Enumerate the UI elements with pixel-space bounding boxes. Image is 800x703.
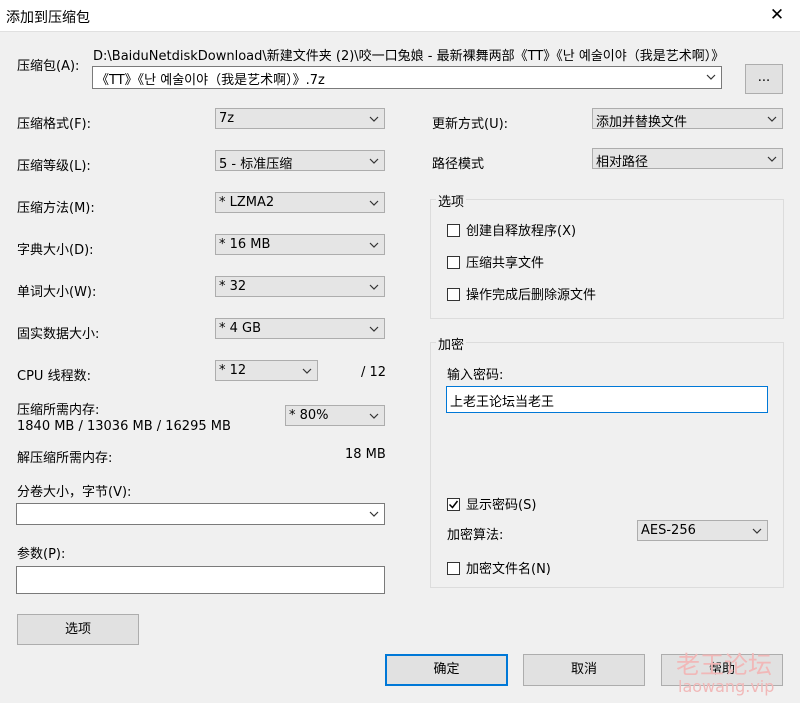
algorithm-label: 加密算法: [447, 528, 504, 543]
format-value: 7z [219, 111, 235, 126]
options-button[interactable]: 选项 [17, 614, 139, 645]
chevron-down-icon [368, 236, 380, 253]
method-value: * LZMA2 [219, 195, 275, 210]
ok-button[interactable]: 确定 [385, 654, 508, 686]
cpu-label: CPU 线程数: [17, 369, 91, 384]
word-select[interactable]: * 32 [215, 276, 385, 297]
format-select[interactable]: 7z [215, 108, 385, 129]
sfx-label: 创建自释放程序(X) [466, 224, 577, 239]
dict-value: * 16 MB [219, 237, 271, 252]
format-label: 压缩格式(F): [17, 117, 92, 132]
chevron-down-icon [766, 110, 778, 127]
password-value: 上老王论坛当老王 [450, 395, 555, 410]
watermark-text: 老王论坛 [676, 651, 772, 679]
update-select[interactable]: 添加并替换文件 [592, 108, 783, 130]
mem-compress-value: 1840 MB / 13036 MB / 16295 MB [17, 419, 231, 434]
options-group-title: 选项 [436, 191, 467, 210]
window-title: 添加到压缩包 [6, 10, 90, 26]
path-mode-value: 相对路径 [596, 155, 649, 170]
archive-label: 压缩包(A): [17, 59, 80, 74]
path-mode-select[interactable]: 相对路径 [592, 148, 783, 170]
encrypt-names-checkbox[interactable]: 加密文件名(N) [447, 558, 551, 577]
shared-checkbox[interactable]: 压缩共享文件 [447, 252, 544, 271]
chevron-down-icon [368, 505, 380, 522]
show-password-checkbox[interactable]: 显示密码(S) [447, 494, 536, 513]
dict-label: 字典大小(D): [17, 243, 94, 258]
close-button[interactable]: ✕ [754, 0, 800, 31]
chevron-down-icon [368, 407, 380, 424]
archive-name-value: 《TT》《난 예술이야（我是艺术啊）》.7z [96, 73, 325, 88]
algorithm-value: AES-256 [641, 523, 696, 538]
shared-label: 压缩共享文件 [466, 256, 545, 271]
update-value: 添加并替换文件 [596, 115, 688, 130]
chevron-down-icon [368, 194, 380, 211]
method-select[interactable]: * LZMA2 [215, 192, 385, 213]
password-input[interactable]: 上老王论坛当老王 [446, 386, 768, 413]
params-input[interactable] [16, 566, 385, 594]
checkbox-icon [447, 562, 460, 575]
chevron-down-icon [301, 362, 313, 379]
update-label: 更新方式(U): [432, 117, 509, 132]
close-icon: ✕ [769, 5, 785, 25]
chevron-down-icon [368, 152, 380, 169]
level-select[interactable]: 5 - 标准压缩 [215, 150, 385, 172]
title-bar: 添加到压缩包 ✕ [0, 0, 800, 32]
cpu-total: / 12 [361, 365, 387, 380]
params-label: 参数(P): [17, 547, 66, 562]
solid-value: * 4 GB [219, 321, 262, 336]
method-label: 压缩方法(M): [17, 201, 95, 216]
cpu-value: * 12 [219, 363, 247, 378]
solid-label: 固实数据大小: [17, 327, 100, 342]
delete-source-checkbox[interactable]: 操作完成后删除源文件 [447, 284, 596, 303]
chevron-down-icon [705, 68, 717, 85]
checkmark-icon [447, 498, 460, 511]
solid-select[interactable]: * 4 GB [215, 318, 385, 339]
word-label: 单词大小(W): [17, 285, 97, 300]
mem-percent-value: * 80% [289, 408, 329, 423]
browse-button[interactable]: ... [745, 64, 783, 94]
archive-path: D:\BaiduNetdiskDownload\新建文件夹 (2)\咬一口兔娘 … [93, 49, 725, 64]
checkbox-icon [447, 224, 460, 237]
chevron-down-icon [751, 522, 763, 539]
mem-percent-select[interactable]: * 80% [285, 405, 385, 426]
mem-decompress-value: 18 MB [345, 447, 386, 462]
chevron-down-icon [368, 278, 380, 295]
chevron-down-icon [766, 150, 778, 167]
watermark-url: laowang.vip [678, 677, 775, 696]
mem-compress-label: 压缩所需内存: [17, 403, 100, 418]
checkbox-icon [447, 256, 460, 269]
path-mode-label: 路径模式 [432, 157, 485, 172]
volume-combo[interactable] [16, 503, 385, 525]
level-label: 压缩等级(L): [17, 159, 91, 174]
volume-label: 分卷大小，字节(V): [17, 485, 132, 500]
cancel-button[interactable]: 取消 [523, 654, 645, 686]
encrypt-names-label: 加密文件名(N) [466, 562, 551, 577]
delete-source-label: 操作完成后删除源文件 [466, 288, 597, 303]
encryption-group-title: 加密 [436, 334, 467, 353]
word-value: * 32 [219, 279, 247, 294]
checkbox-icon [447, 288, 460, 301]
chevron-down-icon [368, 110, 380, 127]
archive-name-combo[interactable]: 《TT》《난 예술이야（我是艺术啊）》.7z [92, 66, 722, 89]
show-password-label: 显示密码(S) [466, 498, 537, 513]
mem-decompress-label: 解压缩所需内存: [17, 451, 113, 466]
level-value: 5 - 标准压缩 [219, 157, 293, 172]
dict-select[interactable]: * 16 MB [215, 234, 385, 255]
algorithm-select[interactable]: AES-256 [637, 520, 768, 541]
chevron-down-icon [368, 320, 380, 337]
sfx-checkbox[interactable]: 创建自释放程序(X) [447, 220, 576, 239]
cpu-select[interactable]: * 12 [215, 360, 318, 381]
password-label: 输入密码: [447, 368, 504, 383]
